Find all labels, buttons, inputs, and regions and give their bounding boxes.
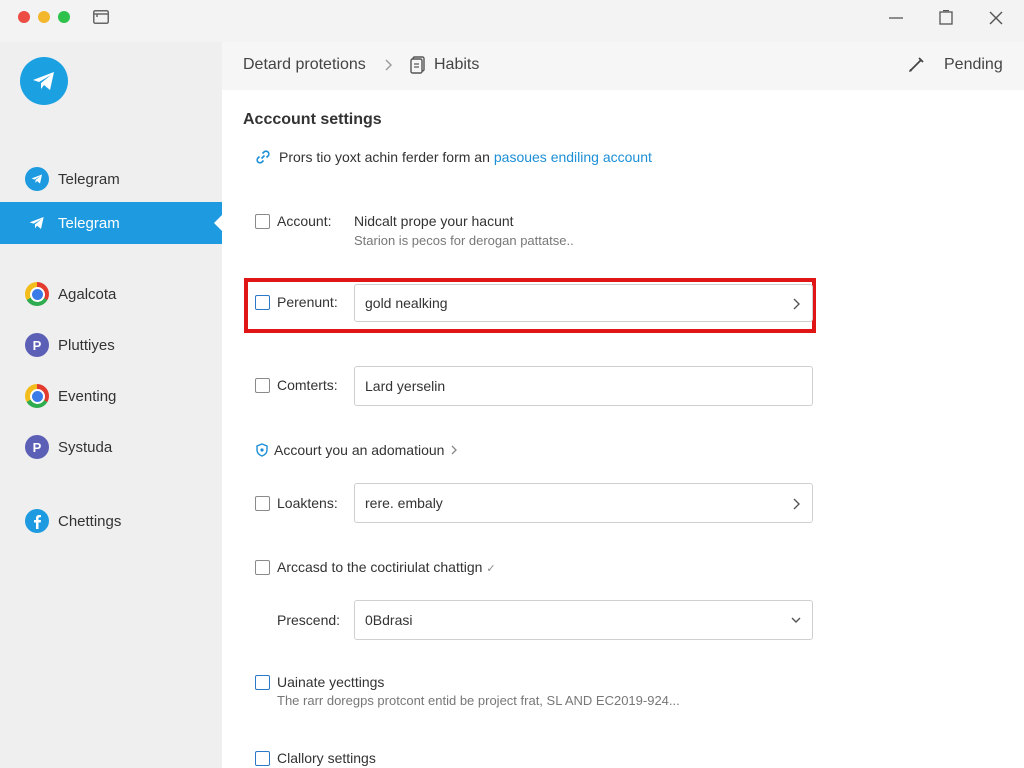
shield-icon [256, 443, 268, 457]
promo-text: Prors tio yoxt achin ferder form an [279, 149, 490, 165]
maximize-icon [939, 10, 953, 25]
chrome-icon [25, 384, 49, 408]
close-window-button[interactable] [18, 11, 30, 23]
perenunt-value: gold nealking [365, 295, 448, 311]
account-value: Nidcalt prope your hacunt [354, 213, 514, 229]
p-badge-icon: P [25, 435, 49, 459]
close-button[interactable] [984, 6, 1008, 30]
main-content: Acccount settings Prors tio yoxt achin f… [222, 90, 1024, 768]
telegram-icon [25, 211, 49, 235]
sidebar-item-chettings[interactable]: Chettings [0, 500, 222, 542]
close-icon [989, 11, 1003, 25]
link-icon [256, 150, 270, 164]
chrome-icon [25, 282, 49, 306]
breadcrumb-item-current[interactable]: Habits [434, 56, 479, 74]
sidebar-item-label: Chettings [58, 512, 122, 530]
chevron-right-icon [385, 59, 392, 71]
prescend-value: 0Bdrasi [365, 612, 413, 628]
sidebar-item-label: Eventing [58, 387, 117, 405]
telegram-logo[interactable] [20, 57, 68, 105]
sidebar-item-systuda[interactable]: P Systuda [0, 426, 222, 468]
perenunt-label: Perenunt: [277, 294, 338, 310]
window-icon[interactable] [93, 10, 109, 24]
sidebar-item-telegram-active[interactable]: Telegram [0, 202, 222, 244]
prescend-select[interactable]: 0Bdrasi [354, 600, 813, 640]
facebook-icon [25, 509, 49, 533]
sidebar: Telegram Telegram Agalcota P Pluttiyes E… [0, 42, 222, 768]
sidebar-item-label: Telegram [58, 170, 120, 188]
title-bar [0, 0, 1024, 42]
minimize-window-button[interactable] [38, 11, 50, 23]
chevron-right-icon [793, 298, 800, 310]
loaktens-checkbox[interactable] [255, 496, 270, 511]
account-description: Starion is pecos for derogan pattatse.. [354, 233, 574, 248]
page-title: Acccount settings [243, 111, 382, 128]
header-bar: Detard protetions Habits Pending [222, 42, 1024, 90]
minimize-button[interactable] [884, 6, 908, 30]
sidebar-item-telegram[interactable]: Telegram [0, 158, 222, 200]
sidebar-item-label: Agalcota [58, 285, 117, 303]
arccasd-label: Arccasd to the coctiriulat chattign ✓ [277, 559, 496, 575]
chevron-down-icon [791, 617, 801, 623]
breadcrumb-item[interactable]: Detard protetions [243, 56, 366, 74]
status-text[interactable]: Pending [944, 56, 1003, 74]
sidebar-item-label: Pluttiyes [58, 336, 115, 354]
comterts-input[interactable]: Lard yerselin [354, 366, 813, 406]
loaktens-label: Loaktens: [277, 495, 338, 511]
uainate-label: Uainate yecttings [277, 674, 385, 690]
perenunt-checkbox[interactable] [255, 295, 270, 310]
uainate-checkbox[interactable] [255, 675, 270, 690]
account-checkbox[interactable] [255, 214, 270, 229]
chevron-right-icon [793, 498, 800, 510]
clallory-label: Clallory settings [277, 750, 376, 766]
sidebar-item-eventing[interactable]: Eventing [0, 375, 222, 417]
document-icon [410, 56, 425, 74]
p-badge-icon: P [25, 333, 49, 357]
telegram-icon [25, 167, 49, 191]
arccasd-checkbox[interactable] [255, 560, 270, 575]
uainate-description: The rarr doregps protcont entid be proje… [277, 693, 680, 708]
chevron-right-icon [451, 445, 458, 455]
sidebar-item-agalcota[interactable]: Agalcota [0, 273, 222, 315]
sidebar-item-label: Systuda [58, 438, 113, 456]
telegram-icon [33, 72, 54, 90]
prescend-label: Prescend: [277, 612, 341, 628]
checkmark-icon: ✓ [486, 563, 496, 575]
sub-heading-text: Accourt you an adomatioun [274, 442, 445, 458]
promo-link[interactable]: pasoues endiling account [494, 149, 652, 165]
pen-icon[interactable] [907, 56, 925, 74]
loaktens-field[interactable]: rere. embaly [354, 483, 813, 523]
account-label: Account: [277, 213, 332, 229]
minimize-icon [889, 17, 903, 19]
promo-line: Prors tio yoxt achin ferder form an paso… [255, 149, 652, 165]
comterts-value: Lard yerselin [365, 378, 446, 394]
sidebar-item-pluttiyes[interactable]: P Pluttiyes [0, 324, 222, 366]
clallory-checkbox[interactable] [255, 751, 270, 766]
sub-heading[interactable]: Accourt you an adomatioun [255, 442, 463, 458]
comterts-checkbox[interactable] [255, 378, 270, 393]
perenunt-field[interactable]: gold nealking [354, 284, 813, 322]
maximize-button[interactable] [934, 6, 958, 30]
sidebar-item-label: Telegram [58, 214, 120, 232]
comterts-label: Comterts: [277, 377, 338, 393]
zoom-window-button[interactable] [58, 11, 70, 23]
loaktens-value: rere. embaly [365, 495, 443, 511]
